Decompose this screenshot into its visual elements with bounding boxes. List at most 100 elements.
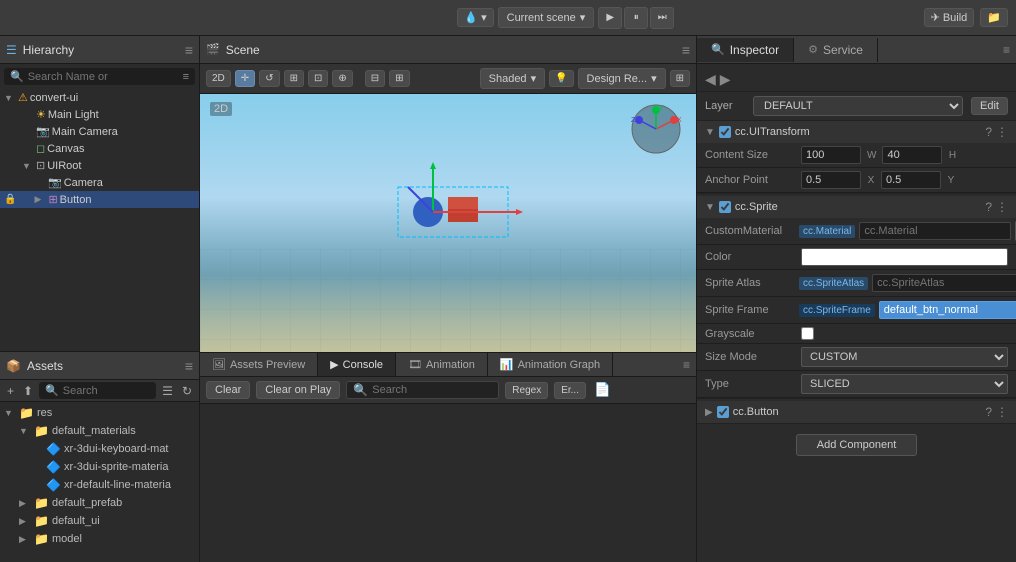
- console-file-btn[interactable]: 📄: [592, 380, 613, 400]
- button-header[interactable]: ▶ cc.Button ? ⋮: [697, 401, 1016, 423]
- hierarchy-search-icon: 🔍: [10, 70, 24, 83]
- sprite-header[interactable]: ▼ cc.Sprite ? ⋮: [697, 196, 1016, 218]
- content-size-h-input[interactable]: [882, 146, 942, 164]
- tree-item-canvas[interactable]: ◻ Canvas: [0, 140, 199, 157]
- tree-item-uiroot[interactable]: ▼ ⊡ UIRoot: [0, 157, 199, 174]
- tree-item-camera[interactable]: 📷 Camera: [0, 174, 199, 191]
- prop-type: Type SLICED: [697, 371, 1016, 398]
- asset-item-default-materials[interactable]: ▼ 📁 default_materials: [0, 422, 199, 440]
- sprite-frame-input[interactable]: [879, 301, 1016, 319]
- sprite-atlas-label: Sprite Atlas: [705, 277, 795, 289]
- add-component-btn[interactable]: Add Component: [796, 434, 918, 456]
- asset-item-model[interactable]: ▶ 📁 model: [0, 530, 199, 548]
- multi-tool[interactable]: ⊕: [332, 70, 352, 87]
- more-btn[interactable]: ⊞: [670, 70, 690, 87]
- tree-item-button[interactable]: 🔒 ▶ ⊞ Button: [0, 191, 199, 208]
- anchor-tool[interactable]: ⊞: [389, 70, 409, 87]
- tree-item-convert-ui[interactable]: ▼ ⚠ convert-ui: [0, 89, 199, 106]
- type-select[interactable]: SLICED: [801, 374, 1008, 394]
- regex-btn[interactable]: Regex: [505, 382, 548, 399]
- hierarchy-list-icon[interactable]: ≡: [183, 71, 189, 83]
- anchor-y-input[interactable]: [881, 171, 941, 189]
- refresh-btn[interactable]: ↻: [179, 383, 195, 399]
- asset-item-res[interactable]: ▼ 📁 res: [0, 404, 199, 422]
- scene-dropdown[interactable]: Current scene ▾: [498, 7, 595, 28]
- button-checkbox[interactable]: [717, 406, 729, 418]
- tab-assets-preview[interactable]: 🖼 Assets Preview: [200, 353, 318, 376]
- scene-viewport[interactable]: X Y Z 2D: [200, 94, 696, 352]
- light-toggle[interactable]: 💡: [549, 70, 573, 87]
- design-label: Design Re...: [587, 73, 648, 85]
- assets-menu-btn[interactable]: ≡: [185, 358, 193, 374]
- uitransform-header[interactable]: ▼ cc.UITransform ? ⋮: [697, 121, 1016, 143]
- er-btn[interactable]: Er...: [554, 382, 586, 399]
- folder-button[interactable]: 📁: [980, 8, 1008, 27]
- sprite-checkbox[interactable]: [719, 201, 731, 213]
- hierarchy-search-input[interactable]: [28, 71, 179, 83]
- color-swatch[interactable]: [801, 248, 1008, 266]
- play-button[interactable]: ▶: [598, 7, 622, 29]
- content-size-w-input[interactable]: [801, 146, 861, 164]
- asset-item-default-prefab[interactable]: ▶ 📁 default_prefab: [0, 494, 199, 512]
- tree-item-main-light[interactable]: ☀ Main Light: [0, 106, 199, 123]
- button-title: cc.Button: [733, 406, 982, 418]
- grayscale-checkbox[interactable]: [801, 327, 814, 340]
- assets-tree: ▼ 📁 res ▼ 📁 default_materials 🔷 xr-3dui-: [0, 402, 199, 562]
- asset-item-default-ui[interactable]: ▶ 📁 default_ui: [0, 512, 199, 530]
- shading-dropdown[interactable]: Shaded ▾: [480, 68, 545, 89]
- nav-back-btn[interactable]: ◀: [705, 71, 716, 88]
- water-icon-btn[interactable]: 💧 ▾: [457, 8, 493, 27]
- svg-text:X: X: [677, 117, 682, 124]
- layer-edit-btn[interactable]: Edit: [971, 97, 1008, 115]
- scene-header: 🎬 Scene ≡: [200, 36, 696, 64]
- tab-animation-graph[interactable]: 📊 Animation Graph: [488, 353, 613, 376]
- asset-item-keyboard-mat[interactable]: 🔷 xr-3dui-keyboard-mat: [0, 440, 199, 458]
- rotate-tool[interactable]: ↺: [259, 70, 279, 87]
- step-button[interactable]: ⏭: [650, 7, 674, 29]
- material-input[interactable]: [859, 222, 1011, 240]
- clear-on-play-btn[interactable]: Clear on Play: [256, 381, 340, 399]
- pause-button[interactable]: ⏸: [624, 7, 648, 29]
- clear-btn[interactable]: Clear: [206, 381, 250, 399]
- asset-item-sprite-mat[interactable]: 🔷 xr-3dui-sprite-materia: [0, 458, 199, 476]
- tab-inspector[interactable]: 🔍 Inspector: [697, 38, 794, 62]
- assets-search-input[interactable]: [63, 385, 150, 397]
- tab-service[interactable]: ⚙ Service: [794, 38, 878, 62]
- uitransform-checkbox[interactable]: [719, 126, 731, 138]
- light-icon: ☀: [36, 108, 46, 121]
- move-tool[interactable]: ✛: [235, 70, 255, 87]
- bottom-tabs-panel: 🖼 Assets Preview ▶ Console 🎞 Animation 📊…: [200, 352, 696, 562]
- anchor-x-input[interactable]: [801, 171, 861, 189]
- 2d-3d-toggle[interactable]: 2D: [206, 70, 231, 87]
- frame-tool[interactable]: ⊟: [365, 70, 385, 87]
- assets-title: Assets: [27, 359, 63, 373]
- tab-animation[interactable]: 🎞 Animation: [396, 353, 488, 376]
- scale-tool[interactable]: ⊞: [284, 70, 304, 87]
- assets-search-bar: 🔍: [39, 382, 156, 399]
- console-search-input[interactable]: [372, 384, 492, 396]
- tree-item-main-camera[interactable]: 📷 Main Camera: [0, 123, 199, 140]
- nav-forward-btn[interactable]: ▶: [720, 71, 731, 88]
- scene-menu-btn[interactable]: ≡: [682, 42, 690, 58]
- import-asset-btn[interactable]: ⬆: [20, 383, 36, 399]
- button-help-icon[interactable]: ?: [985, 405, 992, 419]
- rect-tool[interactable]: ⊡: [308, 70, 328, 87]
- right-panel-menu-btn[interactable]: ≡: [997, 39, 1016, 61]
- button-more-icon[interactable]: ⋮: [996, 405, 1008, 419]
- build-button[interactable]: ✈ Build: [924, 8, 975, 27]
- more-icon[interactable]: ⋮: [996, 125, 1008, 139]
- hierarchy-menu-btn[interactable]: ≡: [185, 42, 193, 58]
- list-view-btn[interactable]: ☰: [159, 383, 176, 399]
- tab-console[interactable]: ▶ Console: [318, 353, 396, 376]
- design-dropdown[interactable]: Design Re... ▾: [578, 68, 666, 89]
- sprite-help-icon[interactable]: ?: [985, 200, 992, 214]
- layer-select[interactable]: DEFAULT: [753, 96, 963, 116]
- asset-item-line-mat[interactable]: 🔷 xr-default-line-materia: [0, 476, 199, 494]
- help-icon[interactable]: ?: [985, 125, 992, 139]
- console-search-icon: 🔍: [353, 383, 368, 397]
- sprite-more-icon[interactable]: ⋮: [996, 200, 1008, 214]
- size-mode-select[interactable]: CUSTOM: [801, 347, 1008, 367]
- tabs-menu-btn[interactable]: ≡: [677, 354, 696, 376]
- add-asset-btn[interactable]: +: [4, 383, 17, 399]
- atlas-input[interactable]: [872, 274, 1016, 292]
